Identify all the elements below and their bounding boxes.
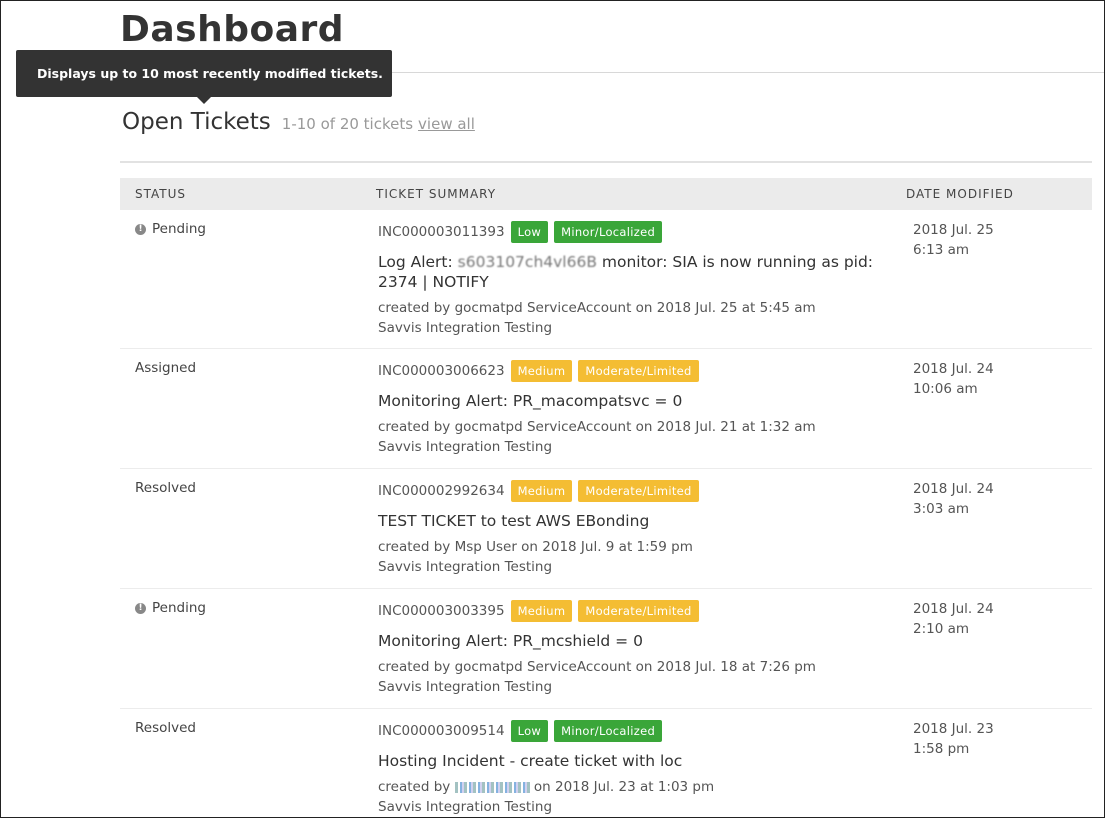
table-row[interactable]: Assigned INC000003006623 Medium Moderate/L…: [120, 349, 1092, 469]
impact-badge: Moderate/Limited: [578, 599, 699, 622]
ticket-id[interactable]: INC000003006623: [378, 363, 505, 379]
created-by: created by Msp User on 2018 Jul. 9 at 1:…: [378, 539, 693, 555]
group-label: Savvis Integration Testing: [378, 320, 553, 336]
group-label: Savvis Integration Testing: [378, 799, 553, 815]
page-title: Dashboard: [120, 9, 345, 50]
priority-badge: Medium: [510, 479, 573, 502]
date-modified: 2018 Jul. 24 10:06 am: [913, 361, 994, 397]
priority-badge: Low: [510, 220, 549, 243]
view-all-link[interactable]: view all: [418, 115, 475, 133]
status-label: Resolved: [135, 720, 196, 736]
status-cell: Resolved: [135, 720, 196, 736]
created-by: created by on 2018 Jul. 23 at 1:03 pm: [378, 779, 715, 795]
date-modified: 2018 Jul. 24 3:03 am: [913, 481, 994, 517]
ticket-title[interactable]: TEST TICKET to test AWS EBonding: [378, 511, 888, 531]
status-cell: ! Pending: [135, 600, 206, 616]
priority-badge: Medium: [510, 359, 573, 382]
section-title: Open Tickets: [122, 109, 271, 135]
impact-badge: Minor/Localized: [554, 719, 663, 742]
status-cell: Resolved: [135, 480, 196, 496]
table-row[interactable]: Resolved INC000002992634 Medium Moderate/L…: [120, 469, 1092, 589]
created-by: created by gocmatpd ServiceAccount on 20…: [378, 300, 816, 316]
summary-cell: INC000003011393 Low Minor/Localized Log Al…: [378, 220, 888, 338]
group-label: Savvis Integration Testing: [378, 439, 553, 455]
tooltip: Displays up to 10 most recently modified…: [16, 50, 392, 97]
info-icon: !: [135, 223, 146, 235]
table-row[interactable]: ! Pending INC000003003395 Medium Moderate/L…: [120, 589, 1092, 709]
tickets-table: ! Pending INC000003011393 Low Minor/Localiz…: [120, 210, 1092, 817]
created-by: created by gocmatpd ServiceAccount on 20…: [378, 659, 816, 675]
priority-badge: Low: [510, 719, 549, 742]
summary-cell: INC000002992634 Medium Moderate/Limited TE…: [378, 479, 888, 577]
ticket-id[interactable]: INC000003003395: [378, 603, 505, 619]
info-icon: !: [135, 602, 146, 614]
date-modified: 2018 Jul. 24 2:10 am: [913, 601, 994, 637]
redacted-hostname: s603107ch4vl66B: [457, 253, 597, 271]
status-cell: Assigned: [135, 360, 196, 376]
ticket-count: 1-10 of 20 tickets: [281, 115, 414, 133]
date-modified: 2018 Jul. 25 6:13 am: [913, 222, 994, 258]
section-divider: [120, 161, 1092, 163]
ticket-id[interactable]: INC000003011393: [378, 224, 505, 240]
status-label: Pending: [152, 600, 206, 616]
impact-badge: Moderate/Limited: [578, 359, 699, 382]
ticket-title[interactable]: Monitoring Alert: PR_macompatsvc = 0: [378, 391, 888, 411]
table-row[interactable]: ! Pending INC000003011393 Low Minor/Localiz…: [120, 210, 1092, 349]
redacted-username: [454, 781, 530, 793]
group-label: Savvis Integration Testing: [378, 559, 553, 575]
table-header: STATUS TICKET SUMMARY DATE MODIFIED: [120, 178, 1092, 210]
group-label: Savvis Integration Testing: [378, 679, 553, 695]
ticket-title[interactable]: Monitoring Alert: PR_mcshield = 0: [378, 631, 888, 651]
ticket-id[interactable]: INC000002992634: [378, 483, 505, 499]
status-label: Pending: [152, 221, 206, 237]
created-by: created by gocmatpd ServiceAccount on 20…: [378, 419, 816, 435]
dashboard-frame: Dashboard Open Tickets 1-10 of 20 ticket…: [0, 0, 1105, 818]
date-column-header[interactable]: DATE MODIFIED: [906, 187, 1014, 201]
summary-cell: INC000003006623 Medium Moderate/Limited Mo…: [378, 359, 888, 457]
date-modified: 2018 Jul. 23 1:58 pm: [913, 721, 994, 757]
impact-badge: Minor/Localized: [554, 220, 663, 243]
ticket-title[interactable]: Hosting Incident - create ticket with lo…: [378, 751, 888, 771]
summary-cell: INC000003003395 Medium Moderate/Limited Mo…: [378, 599, 888, 697]
status-column-header: STATUS: [135, 187, 187, 201]
summary-cell: INC000003009514 Low Minor/Localized Hostin…: [378, 719, 888, 817]
summary-column-header: TICKET SUMMARY: [376, 187, 497, 201]
impact-badge: Moderate/Limited: [578, 479, 699, 502]
status-label: Assigned: [135, 360, 197, 376]
tooltip-arrow: [197, 97, 211, 104]
open-tickets-header: Open Tickets 1-10 of 20 tickets view all: [122, 109, 475, 135]
status-cell: ! Pending: [135, 221, 206, 237]
status-label: Resolved: [135, 480, 196, 496]
ticket-id[interactable]: INC000003009514: [378, 723, 505, 739]
priority-badge: Medium: [510, 599, 573, 622]
ticket-title[interactable]: Log Alert: s603107ch4vl66B monitor: SIA …: [378, 252, 888, 292]
table-row[interactable]: Resolved INC000003009514 Low Minor/Localiz…: [120, 709, 1092, 817]
